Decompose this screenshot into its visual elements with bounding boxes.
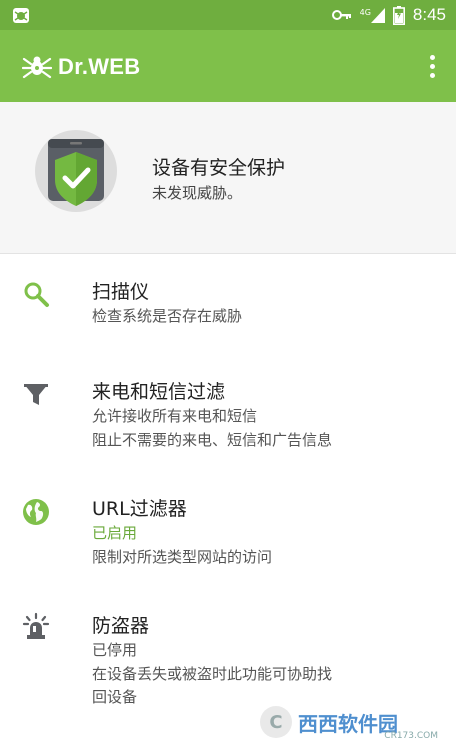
protection-status-subtitle: 未发现威胁。 — [152, 184, 243, 202]
network-type: 4G — [359, 7, 371, 17]
feature-description: 检查系统是否存在威胁 — [92, 307, 243, 325]
clock: 8:45 — [412, 5, 446, 24]
key-icon — [331, 10, 351, 20]
shield-check-icon — [48, 139, 104, 206]
feature-title: 扫描仪 — [92, 281, 150, 303]
feature-status-disabled: 已停用 — [92, 641, 138, 659]
overflow-menu-icon[interactable] — [420, 52, 444, 80]
feature-description: 允许接收所有来电和短信 — [92, 407, 258, 425]
feature-description: 在设备丢失或被盗时此功能可协助找 — [92, 665, 333, 683]
alarm-beacon-icon — [22, 612, 50, 639]
watermark-subtext: CR173.COM — [384, 731, 438, 741]
spider-logo-icon — [22, 56, 52, 79]
protection-status-title: 设备有安全保护 — [152, 157, 286, 179]
feature-url-filter[interactable]: URL过滤器 已启用 限制对所选类型网站的访问 — [0, 484, 456, 584]
feature-description: 阻止不需要的来电、短信和广告信息 — [92, 431, 333, 449]
filter-icon — [24, 384, 48, 405]
protection-status-icon — [35, 130, 117, 212]
feature-scanner[interactable]: 扫描仪 检查系统是否存在威胁 — [0, 262, 456, 352]
battery-icon — [392, 5, 405, 25]
app-logo: Dr.WEB — [22, 52, 140, 82]
watermark-logo-icon: C — [260, 706, 292, 738]
app-bar: Dr.WEB — [0, 30, 456, 102]
signal-icon — [370, 7, 385, 23]
system-indicators: 4G 8:45 — [331, 4, 446, 26]
feature-title: 来电和短信过滤 — [92, 381, 226, 403]
feature-description: 回设备 — [92, 688, 138, 706]
feature-call-sms-filter[interactable]: 来电和短信过滤 允许接收所有来电和短信 阻止不需要的来电、短信和广告信息 — [0, 367, 456, 467]
feature-status-enabled: 已启用 — [92, 524, 138, 542]
feature-anti-theft[interactable]: 防盗器 已停用 在设备丢失或被盗时此功能可协助找 回设备 — [0, 602, 456, 712]
search-icon — [24, 282, 49, 307]
feature-title: URL过滤器 — [92, 498, 187, 520]
dr-web-spider-icon — [13, 8, 29, 23]
watermark: C 西西软件园 CR173.COM — [260, 705, 440, 741]
status-bar: 4G 8:45 — [0, 0, 456, 30]
feature-title: 防盗器 — [92, 615, 150, 637]
watermark-text: 西西软件园 — [298, 711, 398, 736]
logo-text: Dr.WEB — [58, 54, 141, 79]
globe-icon — [23, 499, 49, 525]
feature-description: 限制对所选类型网站的访问 — [92, 548, 273, 566]
